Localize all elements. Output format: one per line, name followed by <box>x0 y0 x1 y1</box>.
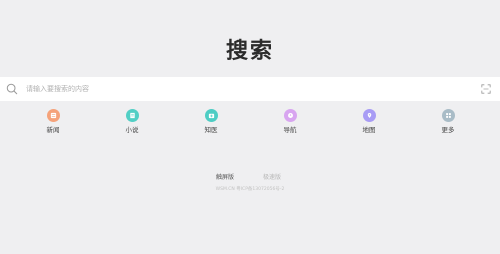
news-icon <box>46 109 60 122</box>
map-icon <box>362 109 376 122</box>
version-switch: 触屏版 极速版 <box>0 172 500 182</box>
icp-footer: WSM.CN 粤ICP备13072056号-2 <box>215 187 285 192</box>
novel-icon <box>125 109 139 122</box>
simple-version-link[interactable]: 极速版 <box>263 172 281 181</box>
more-icon <box>441 109 455 122</box>
shortcut-medical[interactable]: 知医 <box>191 109 231 134</box>
shortcut-label: 新闻 <box>46 126 60 134</box>
shortcut-label: 地图 <box>362 126 376 134</box>
shortcut-label: 更多 <box>441 126 455 134</box>
shortcut-label: 知医 <box>204 126 218 134</box>
page-logo: 搜索 <box>225 39 274 64</box>
shortcut-novel[interactable]: 小说 <box>112 109 152 134</box>
shortcut-map[interactable]: 地图 <box>349 109 389 134</box>
touch-version-link[interactable]: 触屏版 <box>216 172 234 181</box>
navigation-icon <box>283 109 297 122</box>
scan-icon[interactable] <box>481 83 493 95</box>
search-icon[interactable] <box>6 82 20 96</box>
shortcut-label: 小说 <box>125 126 139 134</box>
search-bar[interactable] <box>0 77 500 101</box>
shortcut-more[interactable]: 更多 <box>428 109 468 134</box>
search-input[interactable] <box>26 79 481 99</box>
shortcut-navigation[interactable]: 导航 <box>270 109 310 134</box>
shortcut-grid: 新闻 小说 知医 导航 地图 更多 <box>0 109 500 139</box>
shortcut-label: 导航 <box>283 126 297 134</box>
shortcut-news[interactable]: 新闻 <box>33 109 73 134</box>
medical-icon <box>204 109 218 122</box>
